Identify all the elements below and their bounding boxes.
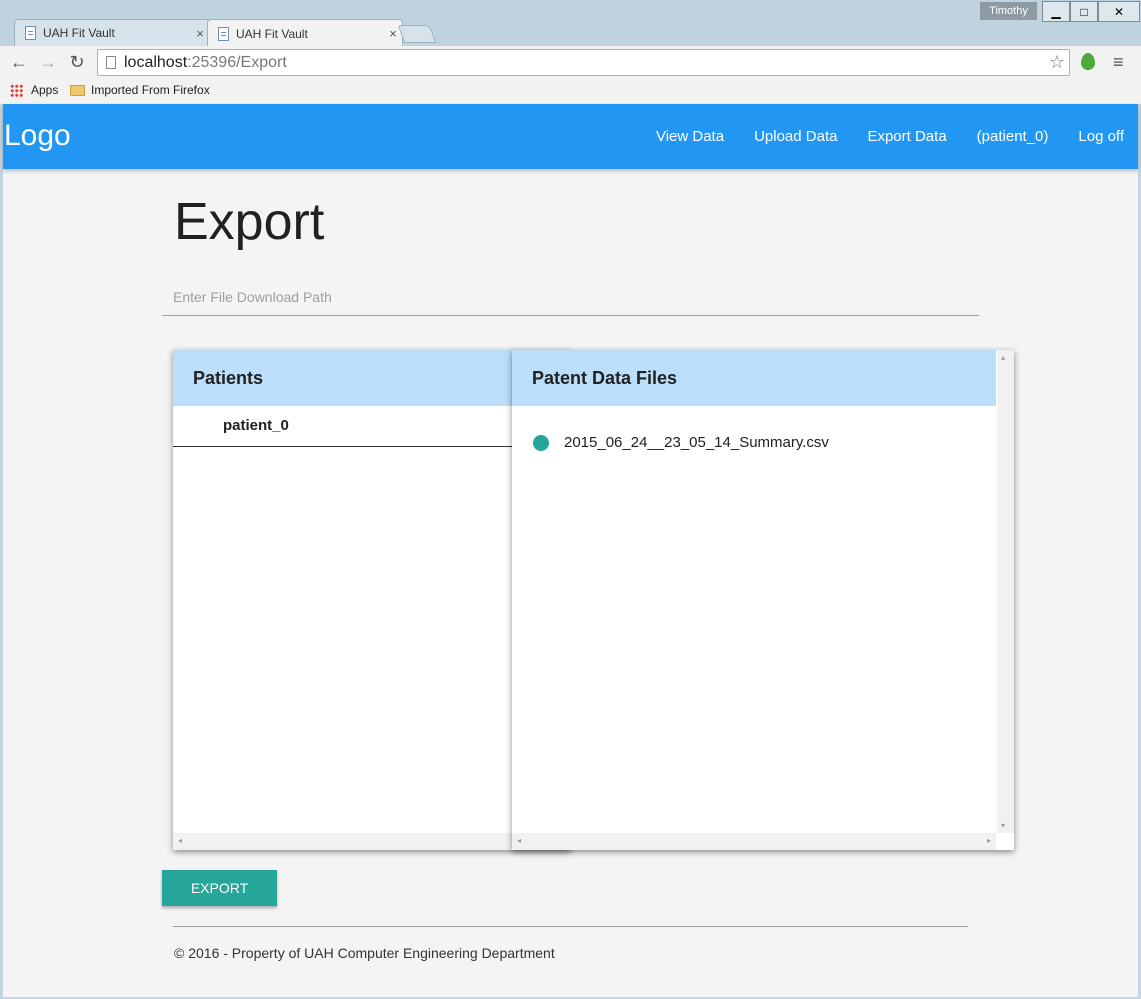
folder-icon: [70, 84, 85, 96]
files-panel: Patent Data Files 2015_06_24__23_05_14_S…: [512, 350, 1014, 850]
browser-titlebar: UAH Fit Vault × UAH Fit Vault × Timothy …: [0, 0, 1141, 47]
scroll-left-icon[interactable]: ◂: [517, 836, 521, 845]
file-list-item[interactable]: 2015_06_24__23_05_14_Summary.csv: [533, 434, 829, 451]
page-title: Export: [174, 193, 325, 251]
browser-toolbar: ← → ↻ localhost:25396/Export ☆: [0, 46, 1141, 78]
maximize-button[interactable]: □: [1070, 1, 1098, 22]
logo[interactable]: Logo: [4, 119, 71, 153]
scroll-right-icon[interactable]: ▸: [987, 836, 991, 845]
back-arrow-icon[interactable]: ←: [9, 52, 29, 72]
tab-title: UAH Fit Vault: [236, 26, 308, 41]
scroll-up-icon[interactable]: ▴: [1001, 353, 1005, 362]
forward-arrow-icon[interactable]: →: [38, 52, 58, 72]
nav-log-off[interactable]: Log off: [1078, 128, 1124, 145]
page-icon: [25, 26, 36, 40]
reload-icon[interactable]: ↻: [67, 52, 87, 72]
nav-upload-data[interactable]: Upload Data: [754, 128, 837, 145]
profile-badge[interactable]: Timothy: [980, 2, 1037, 20]
bookmark-folder-label: Imported From Firefox: [91, 83, 210, 97]
url-host: localhost: [124, 53, 188, 71]
bookmarks-bar: Apps Imported From Firefox: [0, 78, 1141, 104]
download-path-input[interactable]: [162, 278, 979, 316]
patient-list-item[interactable]: patient_0: [173, 406, 513, 447]
nav-export-data[interactable]: Export Data: [867, 128, 946, 145]
nav-current-user[interactable]: (patient_0): [977, 128, 1049, 145]
page-icon: [218, 26, 229, 41]
files-header: Patent Data Files: [512, 350, 996, 406]
file-bullet-icon: [533, 434, 549, 451]
scroll-down-icon[interactable]: ▾: [1001, 821, 1005, 830]
app-navbar: Logo View Data Upload Data Export Data (…: [3, 104, 1138, 169]
scroll-left-icon[interactable]: ◂: [178, 836, 182, 845]
footer-divider: [173, 926, 968, 927]
bookmark-star-icon[interactable]: ☆: [1049, 52, 1065, 73]
file-name: 2015_06_24__23_05_14_Summary.csv: [564, 434, 829, 451]
nav-links: View Data Upload Data Export Data (patie…: [626, 128, 1124, 145]
browser-tab-1[interactable]: UAH Fit Vault ×: [14, 19, 210, 46]
tab-title: UAH Fit Vault: [43, 26, 115, 40]
apps-grid-icon: [10, 83, 23, 97]
minimize-button[interactable]: ▁: [1042, 1, 1070, 22]
address-bar[interactable]: localhost:25396/Export ☆: [97, 49, 1070, 76]
browser-tab-2[interactable]: UAH Fit Vault ×: [207, 19, 403, 47]
bookmark-folder[interactable]: Imported From Firefox: [70, 83, 210, 97]
horizontal-scrollbar[interactable]: ◂ ▸: [512, 833, 996, 850]
bookmark-apps[interactable]: Apps: [10, 83, 58, 97]
nav-view-data[interactable]: View Data: [656, 128, 724, 145]
extension-icon[interactable]: [1081, 53, 1095, 70]
vertical-scrollbar[interactable]: ▴ ▾: [997, 350, 1014, 833]
export-button[interactable]: EXPORT: [162, 870, 277, 906]
new-tab-button[interactable]: [397, 25, 437, 43]
url-path: :25396/Export: [187, 53, 287, 71]
window-close-button[interactable]: ✕: [1098, 1, 1140, 22]
bookmark-apps-label: Apps: [31, 83, 59, 97]
page-content: Logo View Data Upload Data Export Data (…: [3, 104, 1138, 997]
menu-icon[interactable]: ≡: [1113, 52, 1127, 73]
footer-text: © 2016 - Property of UAH Computer Engine…: [174, 945, 555, 961]
page-icon: [106, 56, 116, 69]
